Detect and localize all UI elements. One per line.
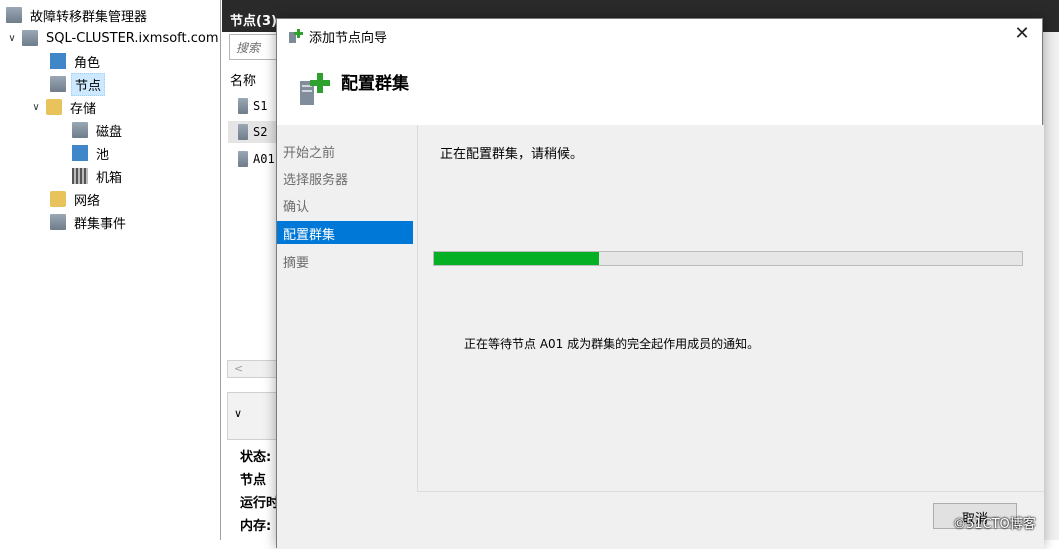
chevron-down-icon[interactable]: ∨ <box>6 33 18 44</box>
tree-item-label: 群集事件 <box>74 216 127 232</box>
server-icon <box>238 98 248 114</box>
events-icon <box>50 214 66 230</box>
wizard-steps: 开始之前 选择服务器 确认 配置群集 摘要 <box>277 125 415 549</box>
cluster-icon <box>22 30 38 46</box>
tree-item-nodes[interactable]: 节点 <box>50 72 106 96</box>
watermark: ©51CTO博客 <box>953 517 1036 532</box>
tree-item-label: 角色 <box>74 55 101 71</box>
server-icon <box>238 124 248 140</box>
navigation-tree: 故障转移群集管理器 ∨ SQL-CLUSTER.ixmsoft.com 角色 节… <box>0 0 221 540</box>
tree-item-label: 池 <box>96 147 110 163</box>
server-add-icon <box>297 71 331 107</box>
step-select-servers: 选择服务器 <box>283 173 349 188</box>
node-name: S1 <box>253 99 268 113</box>
tree-item-label: 存储 <box>70 101 97 117</box>
chevron-down-icon[interactable]: ∨ <box>30 102 42 113</box>
cluster-manager-icon <box>6 7 22 23</box>
add-node-wizard: 添加节点向导 ✕ 配置群集 开始之前 选择服务器 确认 配置群集 摘要 正在配置… <box>276 18 1044 549</box>
node-name: A01 <box>253 152 275 166</box>
disk-icon <box>72 122 88 138</box>
status-message: 正在配置群集，请稍候。 <box>440 147 584 162</box>
enclosure-icon <box>72 168 88 184</box>
tree-item-roles[interactable]: 角色 <box>50 50 103 72</box>
tree-item-networks[interactable]: 网络 <box>50 188 103 210</box>
wizard-body: 开始之前 选择服务器 确认 配置群集 摘要 正在配置群集，请稍候。 正在等待节点… <box>277 125 1044 549</box>
wait-message: 正在等待节点 A01 成为群集的完全起作用成员的通知。 <box>464 337 760 351</box>
network-icon <box>50 191 66 207</box>
node-name: S2 <box>253 125 268 139</box>
tree-item-label: 机箱 <box>96 170 123 186</box>
table-row[interactable]: A01 <box>238 148 275 170</box>
roles-icon <box>50 53 66 69</box>
tree-item-label: 磁盘 <box>96 124 123 140</box>
pool-icon <box>72 145 88 161</box>
node-details: 状态: 节点 运行时 内存: <box>240 446 279 538</box>
tree-item-storage[interactable]: ∨ 存储 <box>30 96 99 118</box>
progress-bar-fill <box>434 252 599 265</box>
tree-cluster-label: SQL-CLUSTER.ixmsoft.com <box>46 30 219 46</box>
detail-node-label: 节点 <box>240 473 267 488</box>
detail-memory-label: 内存: <box>240 519 272 534</box>
chevron-down-icon[interactable]: ∨ <box>234 407 242 420</box>
close-icon[interactable]: ✕ <box>1010 23 1034 44</box>
step-before-you-begin: 开始之前 <box>283 146 336 161</box>
step-summary: 摘要 <box>283 256 310 271</box>
server-icon <box>238 151 248 167</box>
wizard-page-heading: 配置群集 <box>341 74 409 94</box>
tree-item-label: 节点 <box>71 72 106 96</box>
tree-root[interactable]: 故障转移群集管理器 <box>6 4 150 26</box>
step-confirmation: 确认 <box>283 200 310 215</box>
column-header-name[interactable]: 名称 <box>230 70 256 89</box>
tree-item-enclosures[interactable]: 机箱 <box>72 165 125 187</box>
tree-item-cluster-events[interactable]: 群集事件 <box>50 211 129 233</box>
step-configure-cluster: 配置群集 <box>277 221 413 244</box>
detail-uptime-label: 运行时 <box>240 496 280 511</box>
divider <box>417 491 1044 492</box>
progress-bar <box>433 251 1023 266</box>
tree-item-label: 网络 <box>74 193 101 209</box>
tree-cluster[interactable]: ∨ SQL-CLUSTER.ixmsoft.com <box>6 27 222 49</box>
tree-root-label: 故障转移群集管理器 <box>30 9 148 25</box>
wizard-icon <box>287 28 303 44</box>
table-row[interactable]: S1 <box>238 95 267 117</box>
tree-item-pools[interactable]: 池 <box>72 142 112 164</box>
tree-item-disks[interactable]: 磁盘 <box>72 119 125 141</box>
storage-folder-icon <box>46 99 62 115</box>
nodes-icon <box>50 76 66 92</box>
wizard-content: 正在配置群集，请稍候。 正在等待节点 A01 成为群集的完全起作用成员的通知。 <box>417 125 1044 491</box>
dialog-title: 添加节点向导 <box>309 31 388 46</box>
detail-status-label: 状态: <box>240 450 272 465</box>
